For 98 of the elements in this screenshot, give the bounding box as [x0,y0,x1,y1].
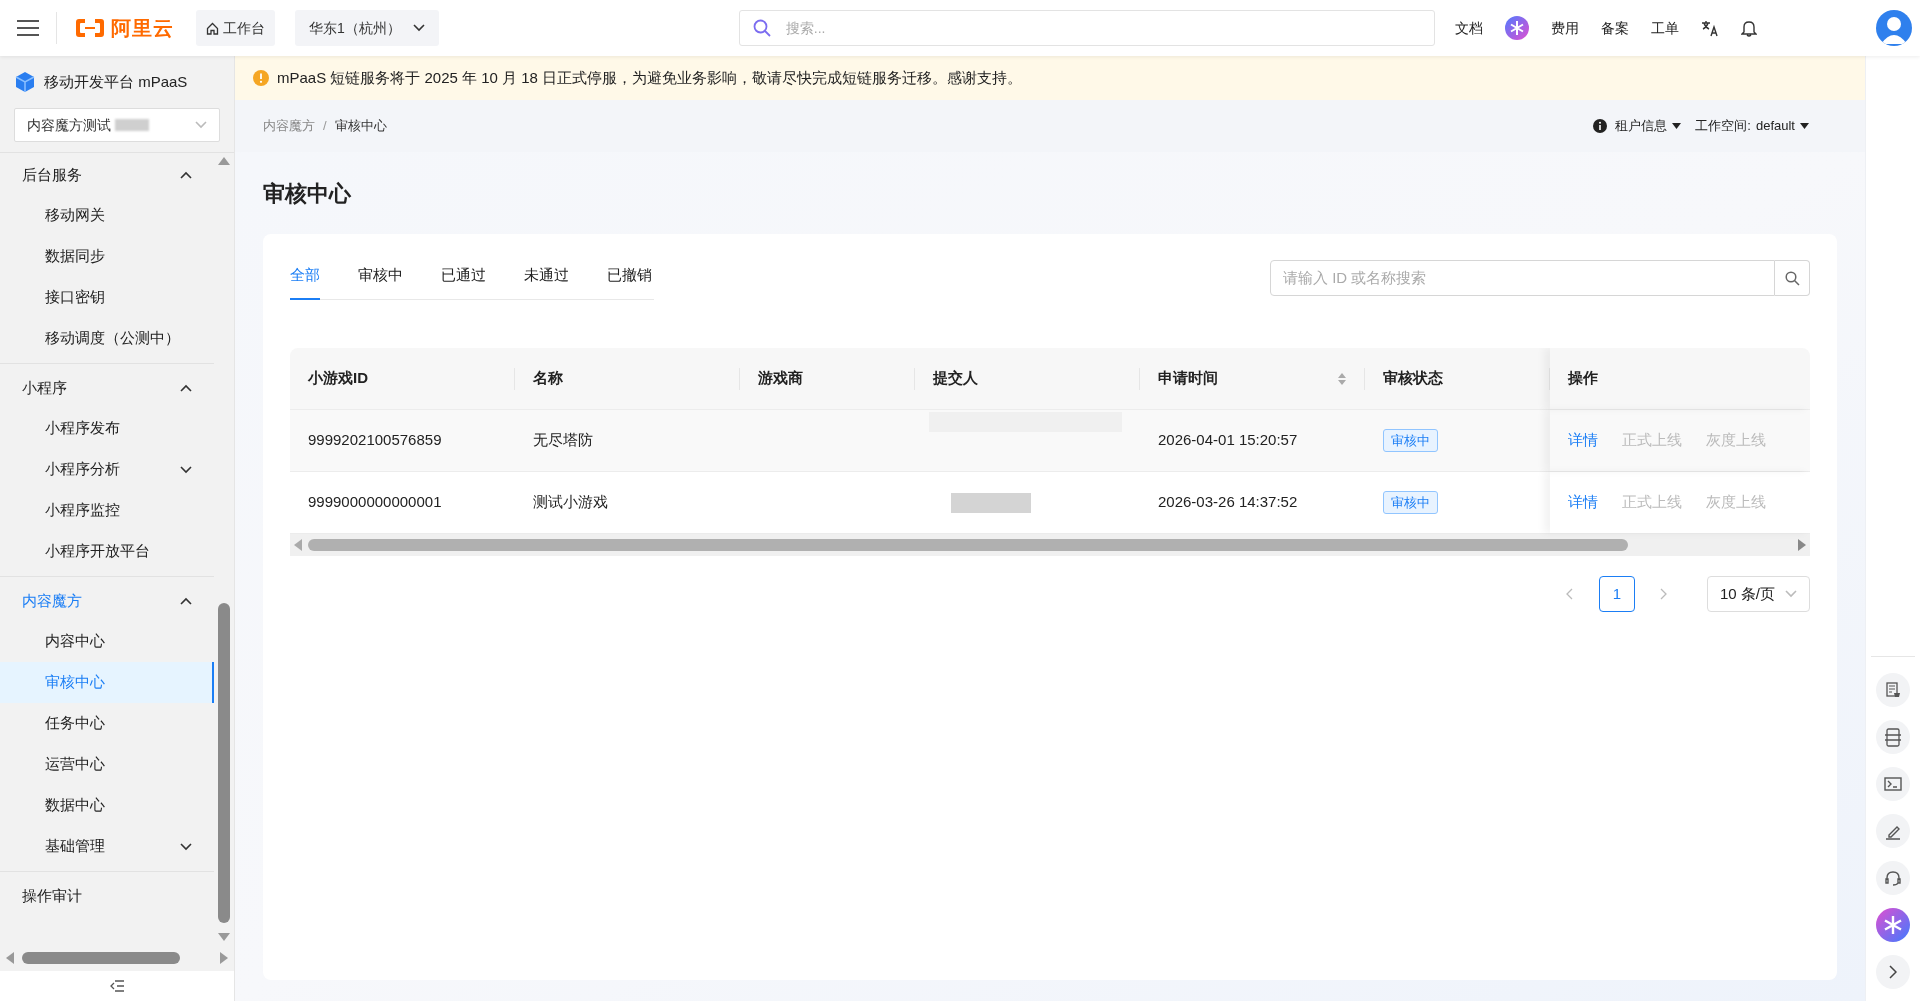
cube-icon [14,71,36,93]
table-cell-text: 9999202100576859 [308,430,442,451]
table-cell-text: 无尽塔防 [533,430,593,451]
menu-item[interactable]: 小程序发布 [0,408,214,449]
menu-group[interactable]: 后台服务 [0,155,214,195]
search-button[interactable] [1775,260,1810,296]
info-icon [1593,119,1608,133]
search-icon [1784,270,1800,286]
menu-icon [17,19,39,37]
menu-group[interactable]: 小程序 [0,368,214,408]
search-field[interactable]: 搜索... [738,10,1435,46]
region-dropdown[interactable]: 华东1（杭州） [295,10,439,46]
sparkle-icon [1504,16,1529,40]
status-tag: 审核中 [1383,490,1438,515]
dropdown-caret-icon [1800,123,1809,129]
column-header: 审核状态 [1365,348,1550,409]
search-icon [752,19,771,37]
sidebar-tool-button[interactable] [1876,861,1910,895]
nav-link[interactable]: 文档 [1454,17,1483,39]
menu-group[interactable]: 内容魔方 [0,581,214,621]
scrollbar-thumb[interactable] [218,603,230,923]
table-cell-text: 2026-03-26 14:37:52 [1158,492,1298,513]
scroll-left-icon [294,539,302,551]
menu-item[interactable]: 内容中心 [0,621,214,662]
scroll-right-icon [220,952,228,964]
column-header: 游戏商 [740,348,915,409]
column-header: 名称 [515,348,740,409]
scrollbar-thumb[interactable] [308,539,1628,551]
tenant-dropdown[interactable]: 租户信息 [1615,116,1682,136]
search-field[interactable]: 请输入 ID 或名称搜索 [1270,260,1775,296]
menu-item[interactable]: 运营中心 [0,744,214,785]
warning-icon [253,70,269,86]
chevron-down-icon [412,24,425,32]
dropdown-caret-icon [1672,123,1682,129]
breadcrumb-link[interactable]: 审核中心 [334,116,387,136]
sparkle-icon [1876,908,1910,942]
breadcrumb-separator: / [323,117,327,136]
assistant-button[interactable] [1876,908,1910,942]
column-header: 小游戏ID [290,348,515,409]
scroll-down-icon [218,933,230,941]
sidebar-tool-button[interactable] [1876,767,1910,801]
menu-item[interactable]: 数据中心 [0,785,214,826]
notice-text: mPaaS 短链服务将于 2025 年 10 月 18 日正式停服，为避免业务影响，敬请尽快完成短链服务迁移。感谢支持。 [277,67,1023,88]
table-cell-text: 2026-04-01 15:20:57 [1158,430,1298,451]
chevron-right-icon [1889,965,1897,979]
scrollbar-thumb[interactable] [22,952,180,964]
filter-tab[interactable]: 未通过 [524,252,569,300]
collapse-icon [110,980,124,992]
menu-item[interactable]: 小程序开放平台 [0,531,214,572]
action-link[interactable]: 详情 [1568,429,1598,452]
page-title: 审核中心 [263,179,351,208]
menu-item[interactable]: 基础管理 [0,826,214,867]
filter-tab[interactable]: 已通过 [441,252,486,300]
menu-group[interactable]: 操作审计 [0,876,214,916]
product-title: 移动开发平台 mPaaS [44,71,188,92]
workspace-dropdown[interactable]: 工作空间: default [1695,116,1809,136]
translate-icon [1700,19,1719,37]
filter-tab[interactable]: 全部 [290,252,320,300]
menu-item[interactable]: 接口密钥 [0,277,214,318]
nav-link[interactable]: 工单 [1650,17,1679,39]
menu-item[interactable]: 移动调度（公测中） [0,318,214,359]
chevron-right-icon [1660,588,1668,600]
home-icon [206,21,219,35]
filter-tab[interactable]: 已撤销 [607,252,652,300]
sidebar-tool-button[interactable] [1876,673,1910,707]
redacted-block [115,119,149,131]
status-tag: 审核中 [1383,428,1438,453]
expand-button[interactable] [1876,955,1910,989]
column-header[interactable]: 申请时间 [1140,348,1365,409]
nav-link[interactable]: 备案 [1600,17,1629,39]
page-size-dropdown[interactable]: 10 条/页 [1706,576,1810,612]
scroll-left-icon [6,952,14,964]
page-button[interactable]: 1 [1598,576,1635,612]
table-cell-text: 9999000000000001 [308,492,442,513]
chevron-left-icon [1566,588,1574,600]
avatar[interactable] [1876,10,1912,46]
chevron-down-icon [1785,590,1797,598]
menu-item[interactable]: 任务中心 [0,703,214,744]
chevron-down-icon [195,121,207,129]
menu-item[interactable]: 数据同步 [0,236,214,277]
logo-icon [75,18,105,38]
sidebar-tool-button[interactable] [1876,720,1910,754]
app-dropdown[interactable]: 内容魔方测试 [14,108,220,142]
menu-item[interactable]: 审核中心 [0,662,214,703]
column-header: 操作 [1550,348,1810,409]
bell-icon [1740,19,1757,37]
workbench-button[interactable]: 工作台 [196,10,275,46]
filter-tab[interactable]: 审核中 [358,252,403,300]
menu-item[interactable]: 移动网关 [0,195,214,236]
sidebar-tool-button[interactable] [1876,814,1910,848]
menu-item[interactable]: 小程序监控 [0,490,214,531]
table-cell-text: 测试小游戏 [533,492,608,513]
action-link[interactable]: 详情 [1568,491,1598,514]
column-header: 提交人 [915,348,1140,409]
menu-item[interactable]: 小程序分析 [0,449,214,490]
scroll-up-icon [218,157,230,165]
scroll-right-icon [1798,539,1806,551]
nav-link[interactable]: 费用 [1550,17,1579,39]
